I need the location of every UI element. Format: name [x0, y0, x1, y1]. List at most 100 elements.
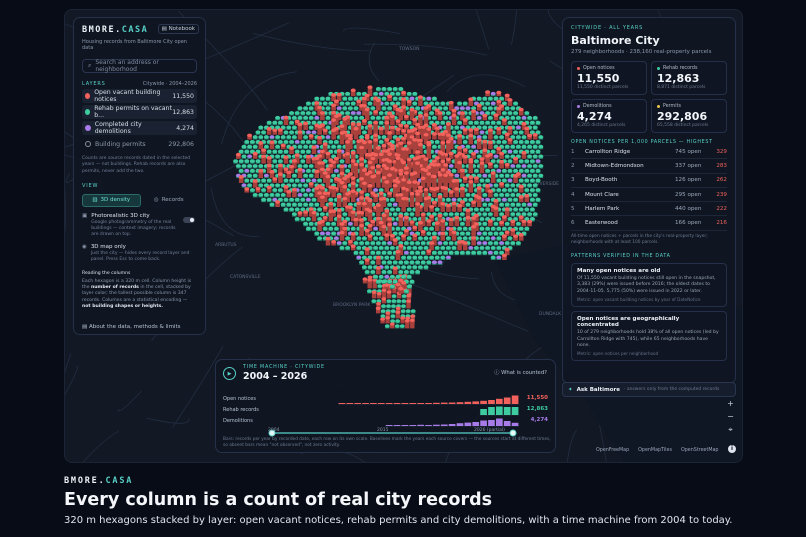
attribution-link[interactable]: OpenFreeMap: [596, 448, 629, 453]
year-bar: [377, 403, 385, 404]
year-bar: [338, 403, 346, 404]
layer-demolition-toggle[interactable]: Completed city demolitions 4,274: [82, 121, 197, 135]
city-subtitle: 279 neighborhoods · 238,160 real-propert…: [571, 49, 712, 55]
tab-records[interactable]: ◎ Records: [141, 194, 198, 207]
attribution-link[interactable]: OpenStreetMap: [681, 448, 719, 453]
row-value: 11,550: [526, 395, 548, 401]
year-bar: [409, 425, 417, 426]
place-label: BROOKLYN PARK: [333, 302, 371, 308]
circle-icon: ◎: [153, 197, 159, 204]
year-bar: [480, 400, 487, 404]
open-count: 745 open: [675, 148, 702, 155]
year-bar: [480, 409, 487, 415]
layers-heading: LAYERS Citywide · 2004–2026: [82, 81, 197, 87]
play-button[interactable]: ▶: [223, 367, 236, 380]
year-bar: [370, 403, 377, 404]
zoom-in-button[interactable]: +: [724, 397, 737, 410]
kpi-rehab-records: Rehab records 12,863 8,871 distinct parcel…: [651, 61, 727, 95]
rank-heading: OPEN NOTICES PER 1,000 PARCELS — HIGHEST: [571, 140, 713, 145]
rank-row[interactable]: 2 Midtown-Edmondson 337 open 283: [571, 159, 727, 174]
time-machine-note: Bars: records per year by recorded date,…: [223, 437, 551, 449]
place-label: TOWSON: [398, 46, 420, 52]
what-is-counted-button[interactable]: ⓘ What is counted?: [494, 368, 547, 376]
cube-outline-icon: ▣: [82, 212, 88, 219]
year-bar: [488, 407, 495, 415]
rank-number: 2: [571, 162, 575, 169]
pattern-card[interactable]: Open notices are geographically concentr…: [571, 311, 727, 362]
rank-note: All-time open notices ÷ parcels in the c…: [571, 233, 708, 245]
search-input[interactable]: ⌕ Search an address or neighborhood: [82, 59, 197, 73]
year-tick: 2026 (partial): [474, 428, 505, 433]
info-icon: ▤: [82, 324, 88, 330]
year-bar: [433, 424, 440, 426]
map-only-option[interactable]: ◉ 3D map only Just the city — hides every…: [82, 244, 197, 263]
cube-icon: ▥: [92, 197, 98, 204]
time-machine-panel: ▶ TIME MACHINE · CITYWIDE 2004 – 2026 ⓘ …: [215, 359, 556, 453]
year-bar-series: [479, 406, 519, 416]
caption-subtitle: 320 m hexagons stacked by layer: open va…: [64, 515, 733, 526]
ask-baltimore-input[interactable]: ✦ Ask Baltimore · answers only from the …: [562, 382, 736, 397]
rate: 262: [716, 177, 727, 184]
kpi-grid: Open notices 11,550 11,550 distinct parcel…: [571, 61, 727, 133]
row-label: Open notices: [223, 396, 256, 402]
insights-panel: CITYWIDE · ALL YEARS Baltimore City 279 …: [562, 17, 736, 384]
year-bar: [456, 423, 464, 426]
neighborhood-name: Harlem Park: [585, 205, 620, 212]
map-attribution: OpenFreeMap OpenMapTiles OpenStreetMap: [596, 448, 718, 453]
rank-row[interactable]: 1 Carrollton Ridge 745 open 329: [571, 145, 727, 160]
layers-panel: BMORE.CASA ▤ Notebook Housing records fr…: [73, 17, 206, 335]
rank-number: 4: [571, 191, 575, 198]
reset-view-button[interactable]: ⌖: [724, 423, 737, 436]
layer-vacant-toggle[interactable]: Open vacant building notices 11,550: [82, 89, 197, 103]
year-bar: [448, 424, 456, 426]
year-bar: [354, 403, 362, 404]
rank-row[interactable]: 3 Boyd-Booth 126 open 262: [571, 174, 727, 188]
year-bar: [464, 422, 472, 426]
year-bar: [472, 422, 480, 426]
photorealistic-option[interactable]: ▣ Photorealistic 3D city Google photogram…: [82, 213, 197, 238]
year-bar: [385, 425, 393, 426]
year-bar: [440, 402, 448, 404]
photorealistic-toggle[interactable]: [183, 216, 195, 223]
rank-row[interactable]: 5 Harlem Park 440 open 222: [571, 202, 727, 217]
permits-swatch: [85, 141, 91, 147]
row-label: Rehab records: [223, 407, 259, 413]
place-label: ARBUTUS: [215, 242, 237, 248]
city-title: Baltimore City: [571, 34, 660, 47]
notebook-button[interactable]: ▤ Notebook: [157, 24, 199, 34]
year-bar: [385, 403, 393, 404]
range-handle[interactable]: [509, 429, 517, 437]
info-icon[interactable]: i: [728, 445, 736, 453]
year-bar: [448, 402, 456, 404]
kpi-open-notices: Open notices 11,550 11,550 distinct parcel…: [571, 61, 647, 95]
rank-number: 1: [571, 148, 575, 155]
year-bar: [401, 403, 409, 404]
rank-row[interactable]: 6 Easterwood 166 open 216: [571, 216, 727, 231]
open-count: 440 open: [675, 205, 702, 212]
year-bar: [488, 400, 495, 404]
year-bar: [488, 420, 495, 426]
open-count: 337 open: [675, 162, 702, 169]
footer-logo: BMORE.CASA: [64, 476, 134, 486]
pattern-card[interactable]: Many open notices are old Of 11,550 vacan…: [571, 262, 727, 308]
rate: 239: [716, 191, 727, 198]
scope-label: CITYWIDE · ALL YEARS: [571, 25, 644, 31]
rehab-swatch: [85, 109, 91, 115]
rank-number: 5: [571, 205, 575, 212]
time-range: 2004 – 2026: [243, 371, 308, 382]
zoom-out-button[interactable]: −: [724, 410, 737, 423]
sparkle-icon: ✦: [568, 386, 573, 393]
attribution-link[interactable]: OpenMapTiles: [638, 448, 672, 453]
play-icon: ▶: [227, 370, 232, 377]
year-bar: [495, 398, 503, 404]
about-data-link[interactable]: ▤ About the data, methods & limits: [82, 324, 180, 330]
rank-row[interactable]: 4 Mount Clare 295 open 239: [571, 188, 727, 203]
open-count: 126 open: [675, 177, 702, 184]
layer-permits-toggle[interactable]: Building permits 292,806: [82, 137, 197, 151]
layer-rehab-toggle[interactable]: Rehab permits on vacant b... 12,863: [82, 105, 197, 119]
zoom-controls: + − ⌖: [724, 397, 737, 436]
year-bar: [456, 402, 464, 404]
tab-3d-density[interactable]: ▥ 3D density: [82, 193, 141, 207]
view-tabs: ▥ 3D density ◎ Records: [82, 193, 198, 207]
row-value: 12,863: [526, 406, 548, 412]
